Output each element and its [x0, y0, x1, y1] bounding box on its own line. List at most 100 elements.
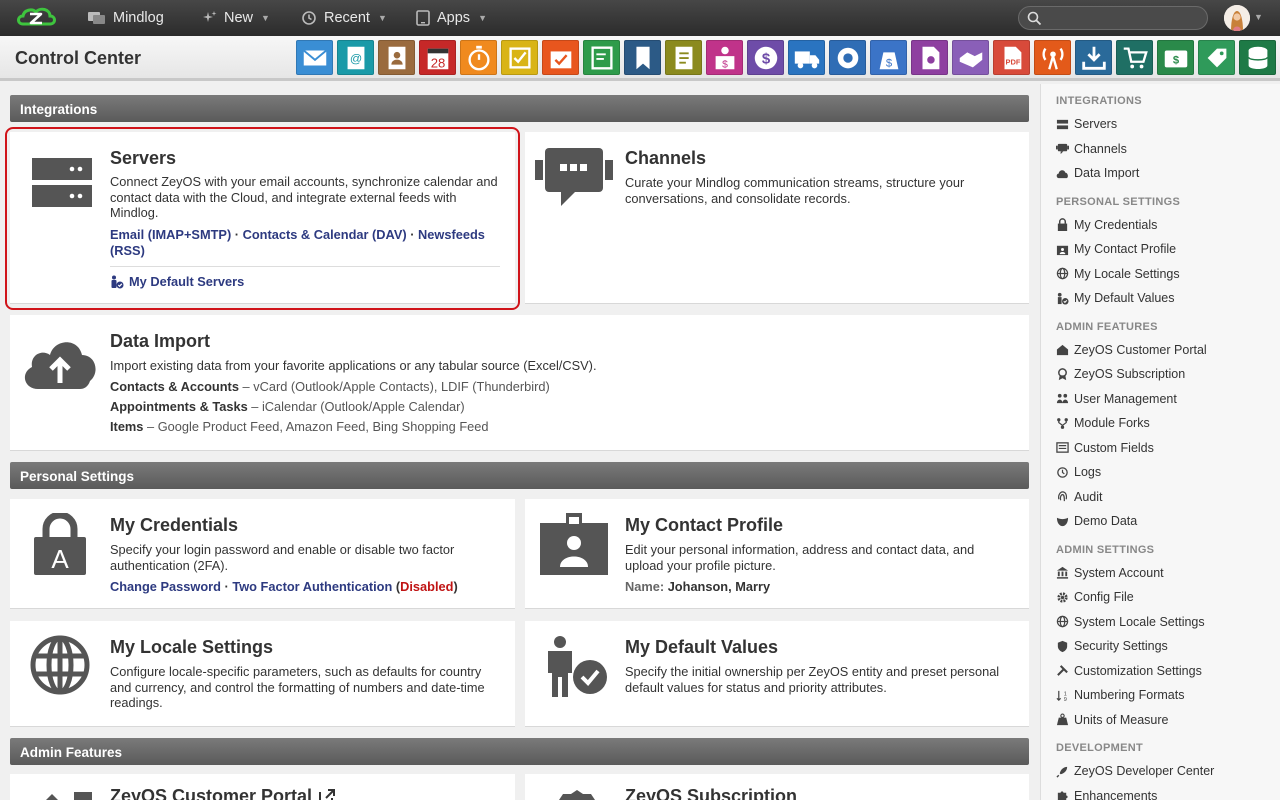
- puzzle-icon: [1057, 791, 1068, 800]
- sidebar-item-system-account[interactable]: System Account: [1056, 566, 1164, 580]
- finance-icon: $: [879, 51, 898, 69]
- sidebar-item-label: System Locale Settings: [1074, 614, 1205, 629]
- contact-profile-card[interactable]: My Contact Profile Edit your personal in…: [525, 499, 1029, 609]
- sidebar-item-label: My Locale Settings: [1074, 266, 1180, 281]
- notes-app-button[interactable]: [583, 40, 620, 75]
- avatar[interactable]: [1224, 5, 1250, 31]
- sidebar-item-numbering-formats[interactable]: 1 9 Numbering Formats: [1056, 688, 1184, 702]
- change-password-link[interactable]: Change Password: [110, 579, 221, 594]
- sidebar-item-servers[interactable]: Servers: [1056, 117, 1117, 131]
- payments-app-button[interactable]: $: [1157, 40, 1194, 75]
- sidebar-item-units-of-measure[interactable]: Units of Measure: [1056, 713, 1168, 727]
- sidebar-item-data-import[interactable]: Data Import: [1056, 166, 1139, 180]
- svg-text:$: $: [761, 50, 770, 67]
- channels-card[interactable]: Channels Curate your Mindlog communicati…: [525, 132, 1029, 304]
- sidebar-item-zeyos-developer-center[interactable]: ZeyOS Developer Center: [1056, 764, 1214, 778]
- mindlog-menu[interactable]: Mindlog: [88, 0, 164, 36]
- sidebar-item-custom-fields[interactable]: Custom Fields: [1056, 441, 1154, 455]
- data-import-card[interactable]: Data Import Import existing data from yo…: [10, 315, 1029, 451]
- finance-app-button[interactable]: $: [870, 40, 907, 75]
- external-link-icon[interactable]: [318, 788, 336, 800]
- sidebar-item-config-file[interactable]: Config File: [1056, 590, 1134, 604]
- sidebar-item-label: Numbering Formats: [1074, 688, 1185, 702]
- database-app-button[interactable]: [1239, 40, 1276, 75]
- contact-profile-description: Edit your personal information, address …: [625, 542, 975, 573]
- bookmarks-app-button[interactable]: [624, 40, 661, 75]
- search-input[interactable]: [1018, 6, 1208, 30]
- customer-portal-card[interactable]: ZeyOS Customer Portal: [10, 774, 515, 800]
- campaigns-app-button[interactable]: [911, 40, 948, 75]
- tasks-app-button[interactable]: [501, 40, 538, 75]
- id-card-icon: [1056, 245, 1069, 255]
- sidebar-item-module-forks[interactable]: Module Forks: [1056, 416, 1150, 430]
- sidebar-item-my-credentials[interactable]: My Credentials: [1056, 218, 1157, 232]
- address-book-app-button[interactable]: [378, 40, 415, 75]
- locale-settings-description: Configure locale-specific parameters, su…: [110, 664, 485, 710]
- shipping-app-button[interactable]: [788, 40, 825, 75]
- svg-text:$: $: [722, 59, 728, 70]
- chevron-down-icon[interactable]: ▼: [1254, 12, 1263, 22]
- credentials-title: My Credentials: [110, 515, 239, 535]
- sidebar-item-system-locale-settings[interactable]: System Locale Settings: [1056, 615, 1205, 629]
- documents-app-button[interactable]: [665, 40, 702, 75]
- sidebar-item-enhancements[interactable]: Enhancements: [1056, 789, 1157, 800]
- calendar-app-button[interactable]: 28: [419, 40, 456, 75]
- sidebar-item-audit[interactable]: Audit: [1056, 490, 1103, 504]
- locale-settings-card[interactable]: My Locale Settings Configure locale-spec…: [10, 621, 515, 727]
- sales-app-button[interactable]: $: [706, 40, 743, 75]
- pricing-app-button[interactable]: [1198, 40, 1235, 75]
- downloads-app-button[interactable]: [1075, 40, 1112, 75]
- subscription-card[interactable]: ZeyOS Subscription: [525, 774, 1029, 800]
- badge-icon: [559, 790, 595, 800]
- sidebar-item-my-locale-settings[interactable]: My Locale Settings: [1056, 267, 1180, 281]
- recent-menu[interactable]: Recent ▼: [301, 0, 387, 36]
- sidebar-item-logs[interactable]: Logs: [1056, 465, 1101, 479]
- user-check-icon: [1057, 292, 1069, 305]
- two-factor-status: Disabled: [400, 579, 454, 594]
- support-app-button[interactable]: [829, 40, 866, 75]
- projects-app-button[interactable]: [542, 40, 579, 75]
- channel-icon: [1056, 143, 1069, 155]
- two-factor-link[interactable]: Two Factor Authentication: [232, 579, 392, 594]
- sidebar-item-my-default-values[interactable]: My Default Values: [1056, 291, 1175, 305]
- contact-name: Johanson, Marry: [667, 579, 771, 594]
- apps-menu[interactable]: Apps ▼: [416, 0, 487, 36]
- new-menu[interactable]: New ▼: [203, 0, 270, 36]
- credentials-card[interactable]: A My Credentials Specify your login pass…: [10, 499, 515, 609]
- billing-app-button[interactable]: $: [747, 40, 784, 75]
- deals-app-button[interactable]: [952, 40, 989, 75]
- address-book-icon: [388, 46, 405, 69]
- sales-icon: $: [715, 46, 734, 70]
- sidebar-item-customization-settings[interactable]: Customization Settings: [1056, 664, 1202, 678]
- sidebar-item-label: Audit: [1074, 489, 1103, 504]
- svg-text:9: 9: [1064, 697, 1067, 702]
- sidebar-item-security-settings[interactable]: Security Settings: [1056, 639, 1168, 653]
- broadcast-app-button[interactable]: [1034, 40, 1071, 75]
- page-title: Control Center: [15, 48, 141, 68]
- section-integrations: Integrations: [10, 95, 1029, 122]
- zeyos-logo[interactable]: [14, 4, 58, 32]
- section-admin-features: Admin Features: [10, 738, 1029, 765]
- broadcast-icon: [1042, 47, 1063, 70]
- server-icon: [1056, 119, 1069, 129]
- lock-icon: A: [34, 513, 86, 575]
- mail-app-button[interactable]: [296, 40, 333, 75]
- sidebar-item-label: ZeyOS Subscription: [1074, 367, 1186, 381]
- sidebar-item-my-contact-profile[interactable]: My Contact Profile: [1056, 242, 1176, 256]
- sidebar-item-user-management[interactable]: User Management: [1056, 392, 1177, 406]
- timer-app-button[interactable]: [460, 40, 497, 75]
- default-values-description: Specify the initial ownership per ZeyOS …: [625, 664, 1000, 695]
- sidebar-item-channels[interactable]: Channels: [1056, 142, 1127, 156]
- sidebar-heading: DEVELOPMENT: [1056, 742, 1144, 754]
- sidebar-item-zeyos-subscription[interactable]: ZeyOS Subscription: [1056, 367, 1185, 381]
- pdf-app-button[interactable]: PDF: [993, 40, 1030, 75]
- sidebar-item-demo-data[interactable]: Demo Data: [1056, 514, 1137, 528]
- contacts-app-button[interactable]: @: [337, 40, 374, 75]
- sparkle-icon: [203, 11, 217, 22]
- shop-app-button[interactable]: [1116, 40, 1153, 75]
- default-values-card[interactable]: My Default Values Specify the initial ow…: [525, 621, 1029, 727]
- sidebar-item-label: My Credentials: [1074, 217, 1158, 232]
- import-row-items: Items – Google Product Feed, Amazon Feed…: [110, 419, 489, 434]
- sidebar-item-zeyos-customer-portal[interactable]: ZeyOS Customer Portal: [1056, 343, 1207, 357]
- sidebar-item-label: User Management: [1074, 391, 1177, 406]
